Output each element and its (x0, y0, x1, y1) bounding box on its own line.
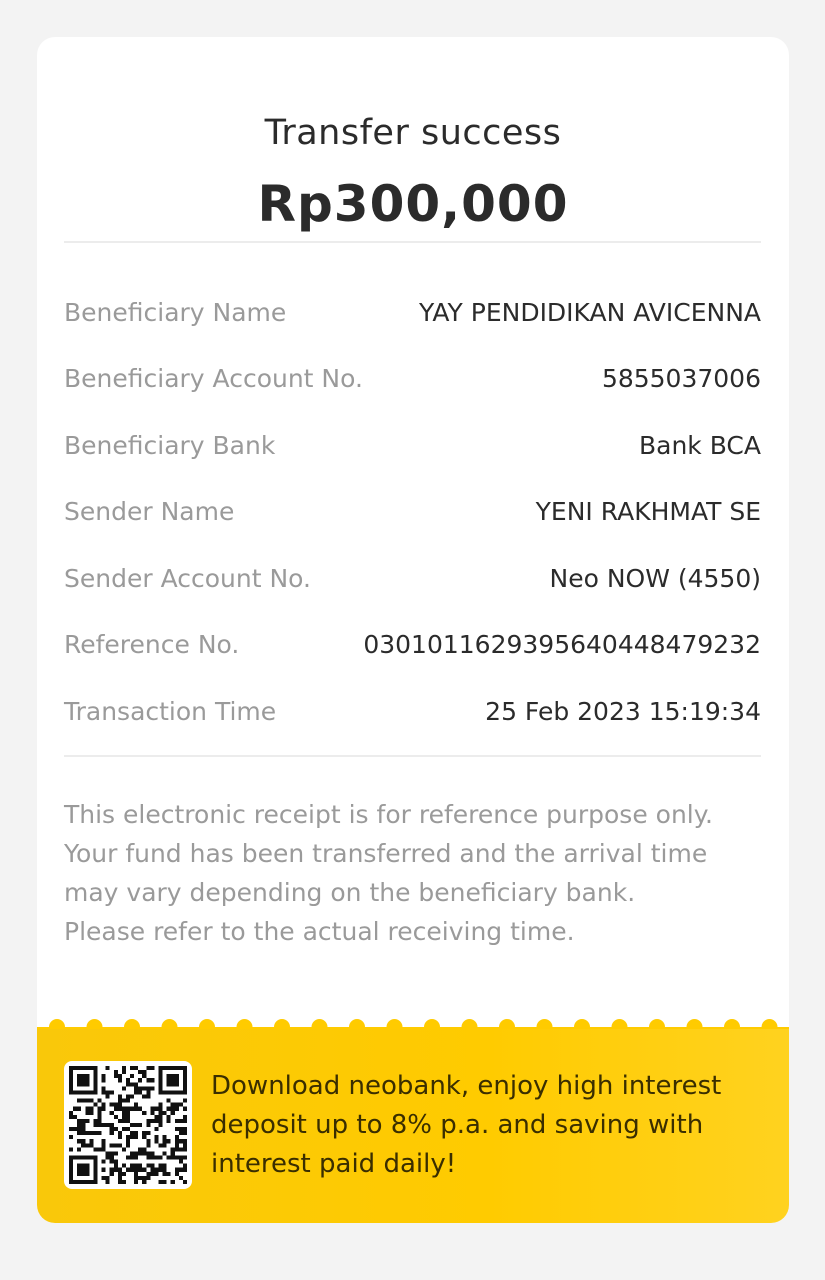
detail-value: Neo NOW (4550) (549, 563, 762, 593)
detail-label: Beneficiary Account No. (64, 364, 363, 394)
detail-label: Sender Name (64, 497, 235, 527)
promo-text: Download neobank, enjoy high interest de… (211, 1071, 722, 1179)
divider-bottom (64, 755, 761, 757)
divider-top (64, 241, 761, 243)
detail-value: YENI RAKHMAT SE (535, 497, 761, 527)
detail-label: Transaction Time (64, 696, 277, 726)
detail-label: Reference No. (64, 630, 240, 660)
detail-row-reference-no: Reference No. 0301011629395640448479232 (64, 612, 761, 679)
detail-row-transaction-time: Transaction Time 25 Feb 2023 15:19:34 (64, 678, 761, 745)
detail-row-sender-name: Sender Name YENI RAKHMAT SE (64, 479, 761, 546)
detail-value: 25 Feb 2023 15:19:34 (485, 696, 761, 726)
detail-value: 5855037006 (601, 364, 761, 394)
detail-row-beneficiary-name: Beneficiary Name YAY PENDIDIKAN AVICENNA (64, 279, 761, 346)
receipt-notice: This electronic receipt is for reference… (64, 800, 713, 946)
detail-value: YAY PENDIDIKAN AVICENNA (419, 297, 761, 327)
detail-row-beneficiary-account: Beneficiary Account No. 5855037006 (64, 346, 761, 413)
detail-label: Sender Account No. (64, 563, 311, 593)
detail-row-sender-account: Sender Account No. Neo NOW (4550) (64, 545, 761, 612)
detail-row-beneficiary-bank: Beneficiary Bank Bank BCA (64, 412, 761, 479)
detail-label: Beneficiary Bank (64, 430, 276, 460)
detail-label: Beneficiary Name (64, 297, 287, 327)
detail-value: 0301011629395640448479232 (363, 630, 761, 660)
qr-code-icon (64, 1061, 192, 1189)
receipt-title: Transfer success (264, 113, 562, 153)
scalloped-edge (37, 1017, 789, 1029)
transfer-amount: Rp300,000 (257, 175, 569, 233)
detail-value: Bank BCA (638, 430, 761, 460)
receipt-card: Transfer success Rp300,000 Beneficiary N… (37, 37, 789, 1223)
transfer-details: Beneficiary Name YAY PENDIDIKAN AVICENNA… (64, 279, 761, 745)
promo-banner[interactable]: Download neobank, enjoy high interest de… (37, 1019, 789, 1223)
